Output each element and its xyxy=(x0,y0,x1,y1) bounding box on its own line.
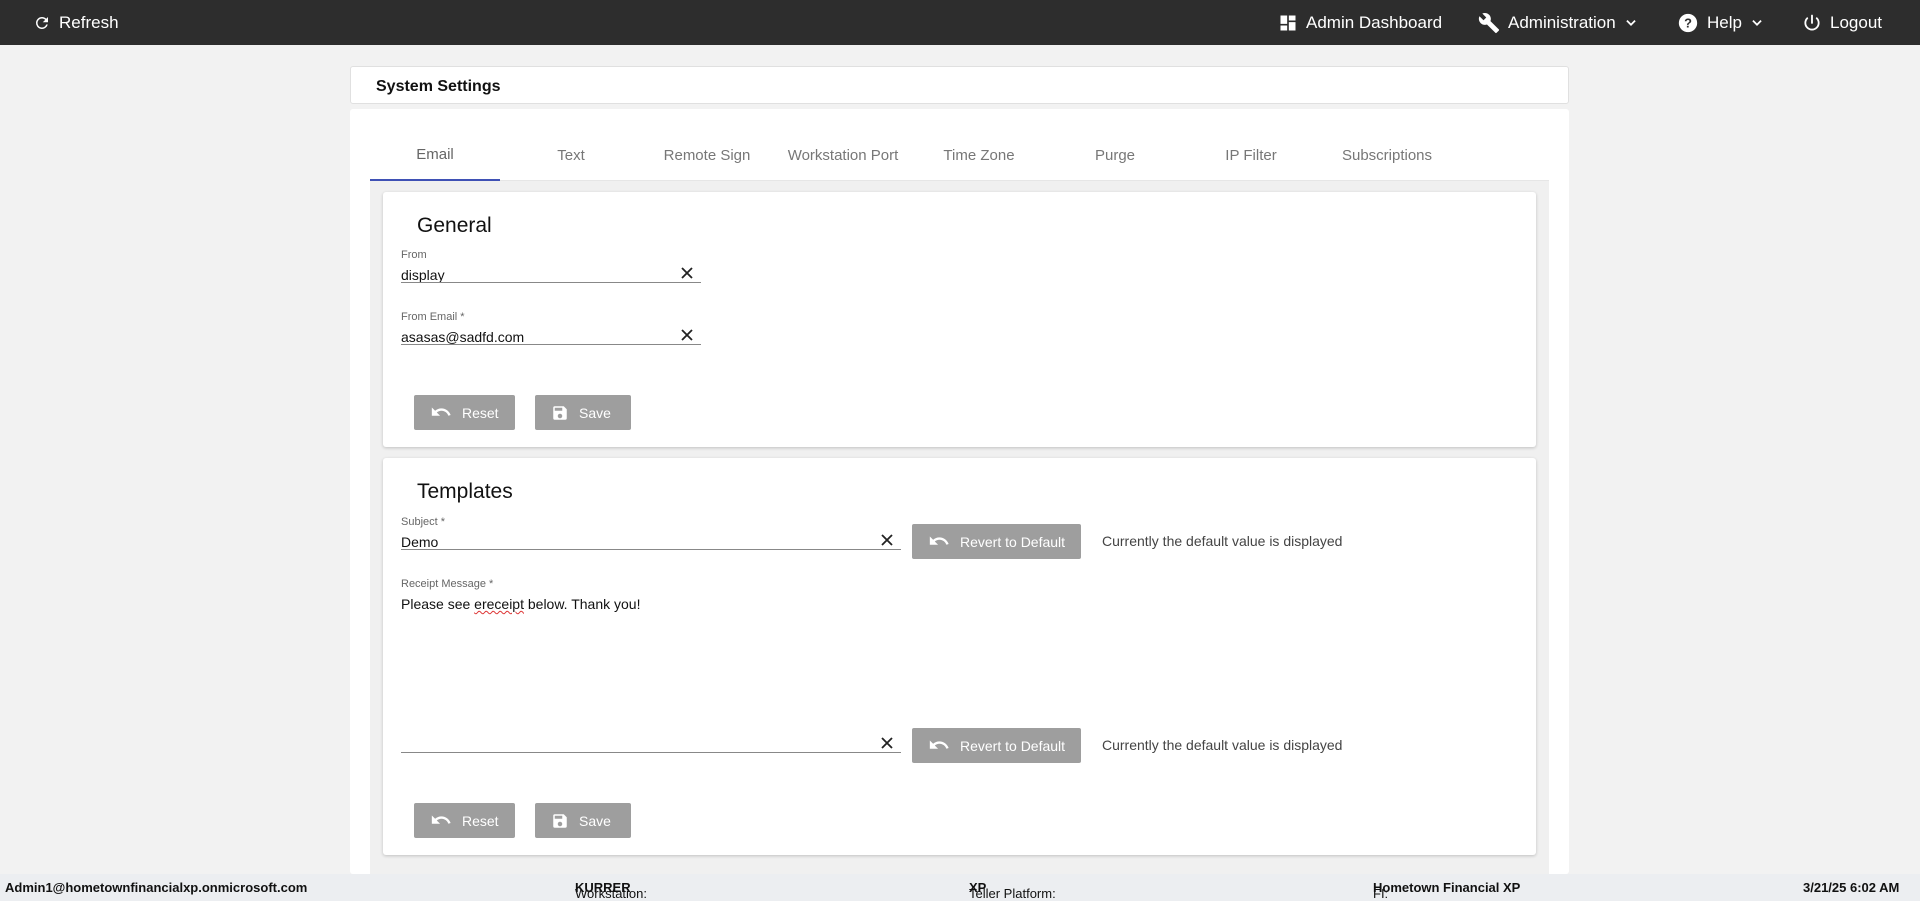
revert-message-button[interactable]: Revert to Default xyxy=(912,728,1081,763)
receipt-text-part: below. Thank you! xyxy=(523,596,641,612)
refresh-button[interactable]: Refresh xyxy=(33,0,119,45)
save-label: Save xyxy=(579,812,611,829)
refresh-icon xyxy=(33,14,51,32)
from-value[interactable]: display xyxy=(401,267,445,283)
refresh-label: Refresh xyxy=(59,12,119,32)
tab-email[interactable]: Email xyxy=(370,129,500,181)
from-email-label: From Email * xyxy=(401,311,465,323)
undo-icon xyxy=(430,813,452,829)
undo-icon xyxy=(430,405,452,421)
from-field[interactable]: From display xyxy=(401,249,701,283)
subject-default-note: Currently the default value is displayed xyxy=(1102,533,1343,549)
chevron-down-icon xyxy=(1750,16,1764,30)
tab-workstation-port[interactable]: Workstation Port xyxy=(778,129,908,181)
logout-button[interactable]: Logout xyxy=(1802,0,1882,45)
page-header: System Settings xyxy=(350,66,1569,104)
tab-subscriptions[interactable]: Subscriptions xyxy=(1322,129,1452,181)
templates-section: Templates Subject * Demo Revert to Defau… xyxy=(383,458,1536,855)
save-icon xyxy=(551,812,569,830)
dashboard-icon xyxy=(1278,13,1298,33)
from-email-value[interactable]: asasas@sadfd.com xyxy=(401,329,524,345)
save-label: Save xyxy=(579,404,611,421)
save-button[interactable]: Save xyxy=(535,395,631,430)
clear-icon[interactable] xyxy=(879,735,895,751)
datetime: 3/21/25 6:02 AM xyxy=(1803,880,1900,895)
current-user: Admin1@hometownfinancialxp.onmicrosoft.c… xyxy=(5,880,308,895)
clear-icon[interactable] xyxy=(679,265,695,281)
clear-icon[interactable] xyxy=(879,532,895,548)
receipt-message-label: Receipt Message * xyxy=(401,578,494,590)
from-email-field[interactable]: From Email * asasas@sadfd.com xyxy=(401,311,701,345)
chevron-down-icon xyxy=(1624,16,1638,30)
administration-label: Administration xyxy=(1508,12,1616,32)
tab-purge[interactable]: Purge xyxy=(1050,129,1180,181)
templates-title: Templates xyxy=(417,480,513,503)
receipt-message-underline xyxy=(401,752,901,753)
workstation-label: Workstation: xyxy=(575,886,648,901)
reset-button[interactable]: Reset xyxy=(414,803,515,838)
fi-value: Hometown Financial XP xyxy=(1373,880,1521,895)
tab-time-zone[interactable]: Time Zone xyxy=(914,129,1044,181)
save-button[interactable]: Save xyxy=(535,803,631,838)
subject-field[interactable]: Subject * Demo xyxy=(401,516,901,550)
help-menu[interactable]: ? Help xyxy=(1677,0,1764,45)
from-email-underline xyxy=(401,344,701,345)
general-section: General From display From Email * asasas… xyxy=(383,192,1536,447)
fi-label: FI: xyxy=(1373,886,1389,901)
workstation-info: Workstation: KURRER xyxy=(575,880,647,901)
power-icon xyxy=(1802,13,1822,33)
status-bar: Admin1@hometownfinancialxp.onmicrosoft.c… xyxy=(0,874,1920,901)
fi-info: FI: Hometown Financial XP xyxy=(1373,880,1521,901)
administration-menu[interactable]: Administration xyxy=(1478,0,1638,45)
tab-remote-sign[interactable]: Remote Sign xyxy=(642,129,772,181)
save-icon xyxy=(551,404,569,422)
reset-label: Reset xyxy=(462,404,499,421)
page-title: System Settings xyxy=(376,78,501,95)
help-icon: ? xyxy=(1677,12,1699,34)
logout-label: Logout xyxy=(1830,12,1882,32)
reset-label: Reset xyxy=(462,812,499,829)
clear-icon[interactable] xyxy=(679,327,695,343)
revert-subject-button[interactable]: Revert to Default xyxy=(912,524,1081,559)
teller-platform-info: Teller Platform: XP xyxy=(969,880,1056,901)
revert-label: Revert to Default xyxy=(960,533,1066,550)
svg-text:?: ? xyxy=(1684,15,1692,30)
from-underline xyxy=(401,282,701,283)
tab-ip-filter[interactable]: IP Filter xyxy=(1186,129,1316,181)
subject-label: Subject * xyxy=(401,516,446,528)
receipt-text-part: Please see xyxy=(401,596,475,612)
receipt-message-field[interactable]: Receipt Message * Please see ereceipt be… xyxy=(401,578,901,753)
subject-value[interactable]: Demo xyxy=(401,534,438,550)
general-title: General xyxy=(417,214,492,237)
wrench-icon xyxy=(1478,12,1500,34)
tab-text[interactable]: Text xyxy=(506,129,636,181)
admin-dashboard-link[interactable]: Admin Dashboard xyxy=(1278,0,1442,45)
reset-button[interactable]: Reset xyxy=(414,395,515,430)
teller-platform-label: Teller Platform: xyxy=(969,886,1056,901)
message-default-note: Currently the default value is displayed xyxy=(1102,737,1343,753)
undo-icon xyxy=(928,534,950,550)
from-label: From xyxy=(401,249,427,261)
receipt-text-misspelled: ereceipt xyxy=(474,596,524,612)
admin-dashboard-label: Admin Dashboard xyxy=(1306,12,1443,32)
subject-underline xyxy=(401,549,901,550)
help-label: Help xyxy=(1707,12,1742,32)
top-navigation-bar: Refresh Admin Dashboard Administration ?… xyxy=(0,0,1920,45)
settings-tabs: Email Text Remote Sign Workstation Port … xyxy=(370,129,1549,181)
undo-icon xyxy=(928,738,950,754)
receipt-message-value[interactable]: Please see ereceipt below. Thank you! xyxy=(401,596,640,612)
revert-label: Revert to Default xyxy=(960,737,1066,754)
